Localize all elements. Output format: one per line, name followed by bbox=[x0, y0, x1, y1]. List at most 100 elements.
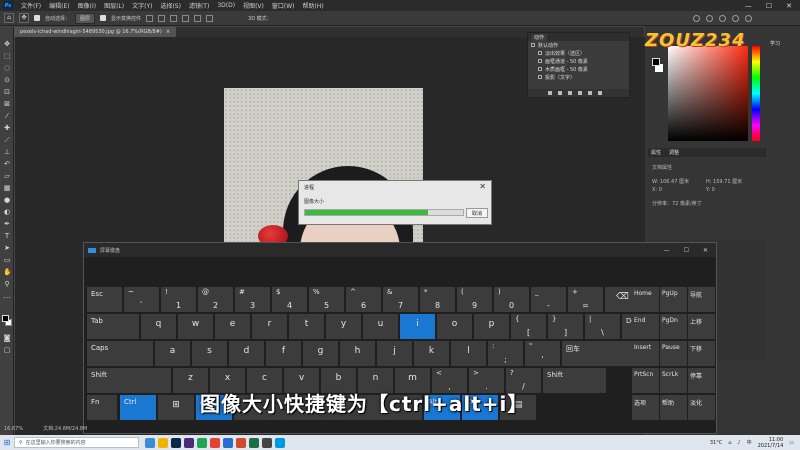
dodge-tool-icon[interactable]: ◐ bbox=[3, 209, 11, 216]
align-bottom-icon[interactable] bbox=[206, 14, 214, 22]
screen-mode-icon[interactable]: ▢ bbox=[3, 347, 11, 354]
close-button[interactable]: ✕ bbox=[786, 2, 792, 10]
marquee-tool-icon[interactable]: ⬚ bbox=[3, 53, 11, 60]
action-toggle-checkbox[interactable] bbox=[531, 43, 535, 47]
volume-icon[interactable]: ♪ bbox=[737, 440, 740, 446]
key-t[interactable]: t bbox=[289, 314, 324, 339]
key-5[interactable]: $4 bbox=[272, 287, 307, 312]
side-key[interactable]: PgUp bbox=[660, 287, 687, 312]
zoom-tool-icon[interactable]: ⚲ bbox=[3, 281, 11, 288]
task-view-icon[interactable] bbox=[145, 437, 155, 448]
key-g[interactable]: g bbox=[303, 341, 338, 366]
maximize-button[interactable]: ☐ bbox=[766, 2, 772, 10]
side-key[interactable]: 导航 bbox=[688, 287, 715, 312]
side-key[interactable]: Pause bbox=[660, 341, 687, 366]
properties-tab[interactable]: 属性 bbox=[651, 149, 661, 156]
side-key[interactable]: 停靠 bbox=[688, 368, 715, 393]
right-bracket-key[interactable]: }] bbox=[548, 314, 583, 339]
backslash-key[interactable]: | \ bbox=[585, 314, 620, 339]
key-o[interactable]: o bbox=[437, 314, 472, 339]
menu-3d[interactable]: 3D(D) bbox=[213, 2, 239, 9]
windows-key[interactable]: ⊞ bbox=[158, 395, 194, 420]
action-item[interactable]: 木质画框 - 50 像素 bbox=[528, 65, 629, 73]
close-tab-icon[interactable]: × bbox=[166, 29, 170, 35]
color-picker-field[interactable] bbox=[668, 46, 748, 141]
height-value[interactable]: H: 159.71 厘米 bbox=[706, 178, 742, 185]
key-12[interactable]: _ - bbox=[531, 287, 566, 312]
stop-icon[interactable] bbox=[548, 91, 552, 95]
excel-taskbar-icon[interactable] bbox=[249, 437, 259, 448]
browser-taskbar-icon[interactable] bbox=[275, 437, 285, 448]
panel-foreground-color-chip[interactable] bbox=[652, 58, 660, 66]
align-right-icon[interactable] bbox=[170, 14, 178, 22]
side-key[interactable]: 选项 bbox=[632, 395, 659, 420]
key-11[interactable]: ) 0 bbox=[494, 287, 529, 312]
wechat-taskbar-icon[interactable] bbox=[197, 437, 207, 448]
key-e[interactable]: e bbox=[215, 314, 250, 339]
key-d[interactable]: d bbox=[229, 341, 264, 366]
history-brush-tool-icon[interactable]: ↶ bbox=[3, 161, 11, 168]
side-key[interactable]: PrtScn bbox=[632, 368, 659, 393]
app-taskbar-icon[interactable] bbox=[262, 437, 272, 448]
show-transform-checkbox[interactable] bbox=[100, 15, 107, 21]
left-bracket-key[interactable]: {[ bbox=[511, 314, 546, 339]
left-shift-key[interactable]: Shift bbox=[87, 368, 171, 393]
right-shift-key[interactable]: Shift bbox=[543, 368, 606, 393]
key-2[interactable]: ! 1 bbox=[161, 287, 196, 312]
foreground-color-swatch[interactable] bbox=[2, 315, 9, 322]
pen-tool-icon[interactable]: ✒ bbox=[3, 221, 11, 228]
hue-slider[interactable] bbox=[752, 46, 760, 141]
side-key[interactable]: 上移 bbox=[688, 314, 715, 339]
esc-key[interactable]: Esc bbox=[87, 287, 122, 312]
scale-3d-icon[interactable] bbox=[745, 14, 752, 22]
auto-select-target-dropdown[interactable]: 图层 bbox=[75, 12, 96, 24]
menu-window[interactable]: 窗口(W) bbox=[268, 1, 299, 10]
premiere-taskbar-icon[interactable] bbox=[184, 437, 194, 448]
cancel-button[interactable]: 取消 bbox=[466, 208, 488, 218]
side-key[interactable]: 淡化 bbox=[688, 395, 715, 420]
side-key[interactable]: ScrLk bbox=[660, 368, 687, 393]
key-13[interactable]: + = bbox=[568, 287, 603, 312]
menu-image[interactable]: 图像(I) bbox=[74, 1, 100, 10]
key-3[interactable]: @2 bbox=[198, 287, 233, 312]
dialog-close-icon[interactable]: ✕ bbox=[479, 182, 486, 191]
key-h[interactable]: h bbox=[340, 341, 375, 366]
more-tools-icon[interactable]: … bbox=[3, 293, 11, 300]
key-l[interactable]: l bbox=[451, 341, 486, 366]
quick-mask-icon[interactable]: ◙ bbox=[3, 335, 11, 342]
side-key[interactable]: Insert bbox=[632, 341, 659, 366]
tab-key[interactable]: Tab bbox=[87, 314, 139, 339]
minimize-button[interactable]: — bbox=[745, 2, 752, 10]
key-a[interactable]: a bbox=[155, 341, 190, 366]
move-tool-icon[interactable]: ✥ bbox=[3, 41, 11, 48]
key-f[interactable]: f bbox=[266, 341, 301, 366]
new-action-icon[interactable] bbox=[588, 91, 592, 95]
key-7[interactable]: ^ 6 bbox=[346, 287, 381, 312]
side-key[interactable]: 下移 bbox=[688, 341, 715, 366]
key-10[interactable]: (9 bbox=[457, 287, 492, 312]
auto-select-checkbox[interactable] bbox=[34, 15, 40, 21]
new-set-icon[interactable] bbox=[578, 91, 582, 95]
quote-key[interactable]: " ' bbox=[525, 341, 560, 366]
hand-tool-icon[interactable]: ✋ bbox=[3, 269, 12, 276]
menu-type[interactable]: 文字(Y) bbox=[128, 1, 156, 10]
ctrl-key[interactable]: Ctrl bbox=[120, 395, 156, 420]
frame-tool-icon[interactable]: ⊠ bbox=[3, 101, 11, 108]
action-toggle-checkbox[interactable] bbox=[538, 51, 542, 55]
clone-stamp-tool-icon[interactable]: ⊥ bbox=[3, 149, 11, 156]
actions-tab[interactable]: 动作 bbox=[531, 33, 548, 41]
align-middle-icon[interactable] bbox=[194, 14, 202, 22]
key-j[interactable]: j bbox=[377, 341, 412, 366]
file-explorer-icon[interactable] bbox=[158, 437, 168, 448]
learn-tab[interactable]: 学习 bbox=[770, 40, 780, 47]
blur-tool-icon[interactable]: ● bbox=[3, 197, 11, 204]
notifications-icon[interactable]: ▭ bbox=[789, 440, 794, 446]
menu-file[interactable]: 文件(F) bbox=[17, 1, 45, 10]
home-icon[interactable]: ⌂ bbox=[4, 13, 14, 23]
x-value[interactable]: X: 0 bbox=[652, 187, 662, 193]
key-9[interactable]: * 8 bbox=[420, 287, 455, 312]
side-key[interactable]: End bbox=[632, 314, 659, 339]
eraser-tool-icon[interactable]: ▱ bbox=[3, 173, 11, 180]
brush-tool-icon[interactable]: ⟋ bbox=[3, 137, 11, 144]
taskbar-clock[interactable]: 11:00 2021/7/14 bbox=[758, 437, 784, 449]
